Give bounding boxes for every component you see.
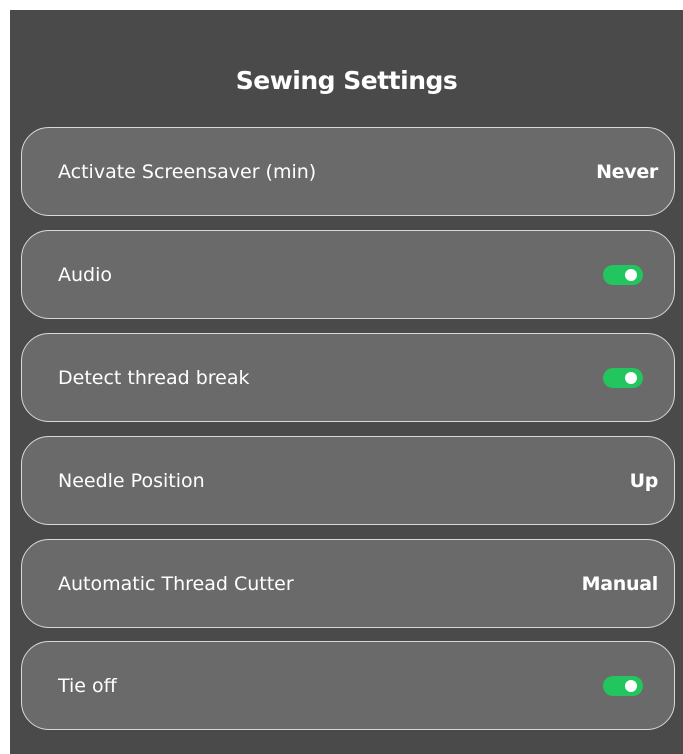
- setting-label: Tie off: [58, 674, 117, 697]
- toggle-knob: [625, 268, 637, 281]
- setting-value[interactable]: Manual: [582, 573, 659, 595]
- setting-value[interactable]: Up: [630, 470, 659, 492]
- setting-value[interactable]: Never: [596, 161, 658, 183]
- setting-row-screensaver[interactable]: Activate Screensaver (min) Never: [21, 127, 675, 216]
- setting-label: Audio: [58, 263, 113, 286]
- toggle-knob: [625, 371, 637, 384]
- setting-label: Detect thread break: [58, 366, 250, 389]
- setting-row-audio[interactable]: Audio: [21, 230, 675, 319]
- toggle-knob: [625, 679, 637, 692]
- detect-thread-break-toggle[interactable]: [603, 367, 643, 388]
- setting-row-needle-position[interactable]: Needle Position Up: [21, 436, 675, 525]
- page-title: Sewing Settings: [235, 66, 458, 95]
- setting-row-thread-cutter[interactable]: Automatic Thread Cutter Manual: [21, 539, 675, 628]
- tie-off-toggle[interactable]: [603, 675, 643, 696]
- settings-panel: Sewing Settings Activate Screensaver (mi…: [10, 10, 683, 754]
- setting-label: Needle Position: [58, 469, 205, 492]
- setting-row-detect-thread-break[interactable]: Detect thread break: [21, 333, 675, 422]
- setting-label: Automatic Thread Cutter: [58, 572, 294, 595]
- audio-toggle[interactable]: [603, 264, 643, 285]
- setting-label: Activate Screensaver (min): [58, 160, 317, 183]
- setting-row-tie-off[interactable]: Tie off: [21, 641, 675, 730]
